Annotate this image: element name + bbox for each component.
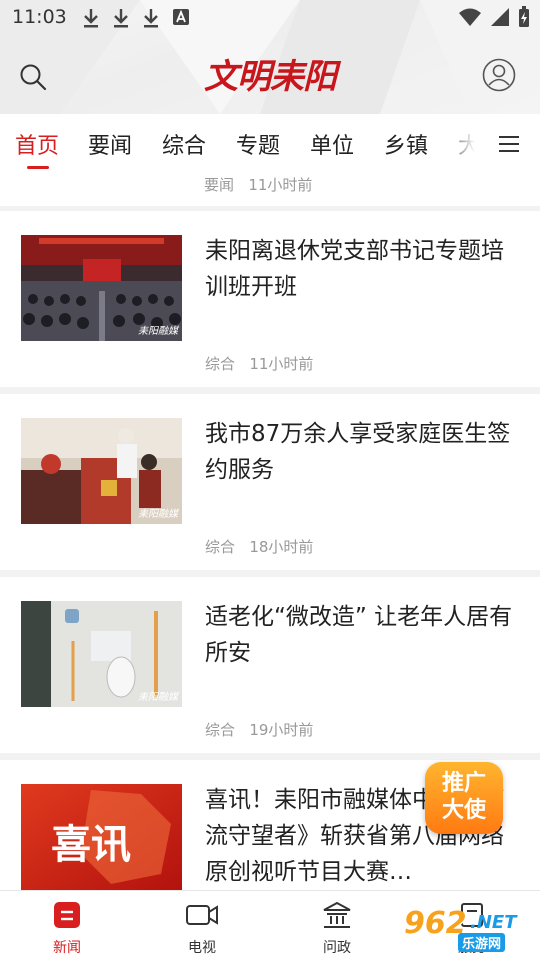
thumb-watermark: 耒阳融媒 [138, 692, 178, 703]
notification-icons [82, 8, 190, 28]
download-icon [84, 9, 98, 28]
thumb-watermark: 耒阳融媒 [138, 509, 178, 520]
download-icon [114, 9, 128, 28]
nav-tv[interactable]: 电视 [162, 901, 242, 957]
nav-news[interactable]: 新闻 [27, 901, 107, 957]
promo-ambassador-button[interactable]: 推广 大使 [425, 762, 503, 834]
menu-icon[interactable] [496, 132, 522, 156]
article-category: 要闻 [204, 176, 235, 194]
article-title[interactable]: 适老化“微改造” 让老年人居有所安 [205, 599, 521, 671]
article-title[interactable]: 耒阳离退休党支部书记专题培训班开班 [205, 233, 521, 305]
nav-label: 新闻 [53, 940, 81, 956]
category-tabs: 首页 要闻 综合 专题 单位 乡镇 大 [0, 114, 540, 174]
article-thumbnail: 喜讯 [21, 784, 182, 890]
news-icon [54, 902, 80, 928]
tab-topics[interactable]: 专题 [236, 128, 280, 160]
watermark-caption: 乐游网 [458, 933, 506, 952]
article-meta: 要闻 11小时前 [204, 174, 312, 195]
user-profile-icon[interactable] [482, 58, 516, 92]
article-thumbnail: 耒阳融媒 [21, 601, 182, 707]
signal-icon [491, 8, 509, 26]
tab-headlines[interactable]: 要闻 [88, 128, 132, 160]
wifi-icon [459, 8, 481, 26]
nav-label: 问政 [323, 940, 351, 956]
article-category: 综合 [205, 721, 236, 739]
thumb-caption: 喜讯 [51, 821, 131, 868]
article-category: 综合 [205, 538, 236, 556]
article-meta: 综合 18小时前 [205, 536, 313, 557]
download-icon [144, 9, 158, 28]
status-bar: 11:03 [0, 0, 540, 36]
tab-units[interactable]: 单位 [310, 128, 354, 160]
article-card[interactable]: 耒阳融媒 耒阳离退休党支部书记专题培训班开班 综合 11小时前 [0, 211, 540, 387]
watermark-suffix: .NET [470, 912, 517, 933]
tab-towns[interactable]: 乡镇 [384, 128, 428, 160]
search-icon[interactable] [18, 62, 48, 92]
thumb-watermark: 耒阳融媒 [138, 326, 178, 337]
app-logo: 文明耒阳 [204, 57, 337, 97]
article-time: 19小时前 [249, 721, 314, 739]
active-tab-indicator [27, 166, 49, 169]
promo-line-1: 推广 [441, 771, 486, 796]
article-time: 11小时前 [248, 176, 313, 194]
promo-line-2: 大使 [441, 798, 486, 823]
article-card[interactable]: 耒阳融媒 适老化“微改造” 让老年人居有所安 综合 19小时前 [0, 577, 540, 753]
government-building-icon [323, 901, 351, 928]
article-category: 综合 [205, 355, 236, 373]
article-meta: 综合 19小时前 [205, 719, 313, 740]
nav-inquiry[interactable]: 问政 [297, 901, 377, 957]
nav-label: 电视 [188, 940, 216, 956]
tv-camera-icon [186, 905, 218, 925]
app-header: 文明耒阳 [0, 50, 540, 104]
article-meta: 综合 11小时前 [205, 353, 313, 374]
article-card[interactable]: 耒阳融媒 我市87万余人享受家庭医生签约服务 综合 18小时前 [0, 394, 540, 570]
article-title[interactable]: 我市87万余人享受家庭医生签约服务 [205, 416, 521, 488]
article-time: 18小时前 [249, 538, 314, 556]
tabs-fade [440, 114, 490, 174]
font-a-icon [173, 9, 189, 25]
article-thumbnail: 耒阳融媒 [21, 418, 182, 524]
tab-home[interactable]: 首页 [15, 128, 59, 160]
article-time: 11小时前 [249, 355, 314, 373]
system-status-icons [458, 6, 530, 28]
battery-charging-icon [519, 6, 529, 27]
status-time: 11:03 [12, 6, 67, 28]
previous-item-meta: 要闻 11小时前 [0, 174, 540, 206]
article-thumbnail: 耒阳融媒 [21, 235, 182, 341]
tab-general[interactable]: 综合 [162, 128, 206, 160]
